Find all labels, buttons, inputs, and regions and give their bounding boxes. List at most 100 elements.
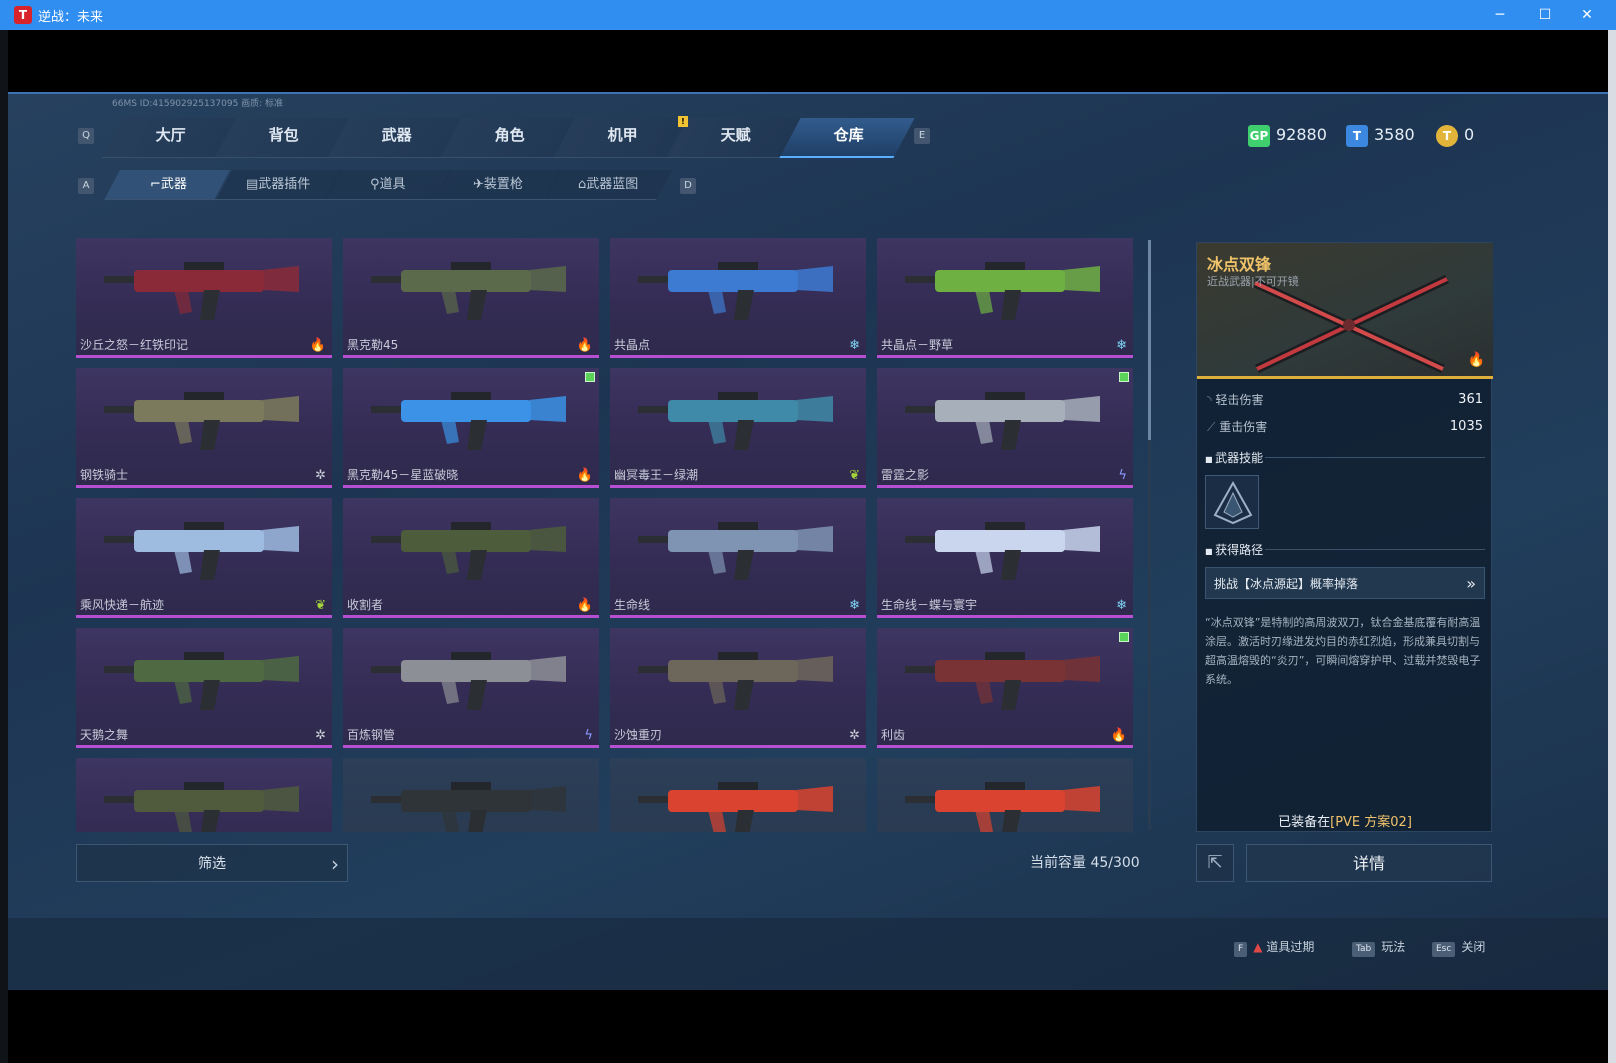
section-title: 获得路径 — [1215, 543, 1264, 557]
rarity-bar — [343, 355, 599, 358]
weapon-card[interactable]: 乘风快递－航迹 ❦ — [76, 498, 332, 618]
tab-label: 机甲 — [607, 126, 638, 144]
subtab-4[interactable]: ⌂ 武器蓝图 — [544, 170, 672, 200]
weapon-image — [371, 782, 566, 832]
subtab-3[interactable]: ✈ 装置枪 — [434, 170, 562, 200]
weapon-card[interactable] — [76, 758, 332, 832]
weapon-card[interactable]: 黑克勒45 🔥 — [343, 238, 599, 358]
connection-status: 66MS ID:415902925137095 画质: 标准 — [112, 99, 284, 109]
gear-rarity-icon: ✲ — [315, 468, 326, 483]
weapon-grid: 沙丘之怒－红铁印记 🔥 黑克勒45 🔥 共晶点 ❄ 共晶点－野草 ❄ 钢铁骑士 ✲ 黑克勒45－星蓝… — [76, 238, 1138, 832]
weapon-image — [905, 262, 1100, 320]
rarity-bar — [610, 615, 866, 618]
rarity-bar — [877, 745, 1133, 748]
weapon-preview: 冰点双锋 近战武器|不可开镜 🔥 — [1197, 243, 1493, 379]
double-chevron-icon: » — [1466, 574, 1476, 593]
hint-gameplay[interactable]: Tab 玩法 — [1352, 938, 1405, 957]
fire-rarity-icon: 🔥 — [309, 338, 326, 353]
rarity-bar — [343, 745, 599, 748]
main-tab-bar: 大厅 背包 武器 角色 机甲 天赋 仓库 — [101, 118, 932, 158]
coin-icon: T — [1436, 124, 1458, 147]
top-accent-line — [8, 92, 1608, 94]
weapon-card[interactable]: 百炼钢管 ϟ — [343, 628, 599, 748]
rarity-bar — [610, 485, 866, 488]
leaf-rarity-icon: ❦ — [315, 598, 326, 613]
share-button[interactable]: ⇱ — [1196, 844, 1234, 882]
weapon-card[interactable]: 幽冥毒王－绿潮 ❦ — [610, 368, 866, 488]
rarity-bar — [76, 485, 332, 488]
weapon-image — [104, 782, 299, 832]
filter-label: 筛选 — [198, 856, 226, 872]
details-button[interactable]: 详情 — [1246, 844, 1492, 882]
weapon-card[interactable]: 天鹅之舞 ✲ — [76, 628, 332, 748]
weapon-card[interactable] — [877, 758, 1133, 832]
new-tag-badge — [585, 372, 595, 382]
rarity-bar — [877, 485, 1133, 488]
hint-item-expire[interactable]: F ▲ 道具过期 — [1234, 938, 1314, 957]
weapon-card[interactable]: 沙丘之怒－红铁印记 🔥 — [76, 238, 332, 358]
weapon-skill-icon[interactable] — [1205, 475, 1259, 529]
warning-icon: ▲ — [1253, 940, 1263, 954]
window-title: 逆战：未来 — [38, 10, 104, 25]
weapon-name: 共晶点－野草 — [881, 338, 954, 352]
weapon-name: 百炼钢管 — [347, 728, 396, 742]
subtab-2[interactable]: ⚲ 道具 — [324, 170, 452, 200]
weapon-image — [905, 392, 1100, 450]
subtab-label: 武器蓝图 — [586, 177, 639, 192]
weapon-card[interactable]: 共晶点－野草 ❄ — [877, 238, 1133, 358]
snow-rarity-icon: ❄ — [1116, 338, 1127, 353]
app-icon: T — [14, 6, 32, 24]
weapon-card[interactable]: 利齿 🔥 — [877, 628, 1133, 748]
weapon-card[interactable]: 钢铁骑士 ✲ — [76, 368, 332, 488]
weapon-image — [371, 262, 566, 320]
weapon-name: 钢铁骑士 — [80, 468, 129, 482]
grid-scroll-thumb[interactable] — [1148, 240, 1151, 440]
weapon-card[interactable] — [343, 758, 599, 832]
hint-close[interactable]: Esc 关闭 — [1432, 938, 1485, 957]
stat-label: 轻击伤害 — [1215, 393, 1264, 407]
acquire-route-button[interactable]: 挑战【冰点源起】概率掉落 » — [1205, 567, 1485, 599]
maximize-button[interactable]: ☐ — [1530, 4, 1560, 26]
weapon-name: 利齿 — [881, 728, 906, 742]
subtab-label: 武器 — [160, 177, 187, 192]
weapon-card[interactable]: 雷霆之影 ϟ — [877, 368, 1133, 488]
weapon-card[interactable]: 黑克勒45－星蓝破晓 🔥 — [343, 368, 599, 488]
minimize-button[interactable]: ─ — [1485, 4, 1515, 26]
rarity-bar — [343, 485, 599, 488]
weapon-image — [371, 522, 566, 580]
subtab-icon: ⌂ — [577, 177, 587, 192]
weapon-card[interactable] — [610, 758, 866, 832]
weapon-card[interactable]: 沙蚀重刃 ✲ — [610, 628, 866, 748]
stat-label: 重击伤害 — [1219, 420, 1268, 434]
weapon-name: 黑克勒45－星蓝破晓 — [347, 468, 459, 482]
ticket-value: 3580 — [1374, 125, 1415, 144]
weapon-image — [638, 262, 833, 320]
weapon-card[interactable]: 生命线－蝶与寰宇 ❄ — [877, 498, 1133, 618]
capacity-text: 当前容量 45/300 — [1030, 855, 1140, 871]
rarity-bar — [76, 745, 332, 748]
new-tag-badge — [1119, 372, 1129, 382]
tab-6[interactable]: 仓库 — [779, 118, 915, 158]
new-tag-badge — [1119, 632, 1129, 642]
subtab-1[interactable]: ▤ 武器插件 — [214, 170, 342, 200]
weapon-card[interactable]: 生命线 ❄ — [610, 498, 866, 618]
equipped-status: 已装备在[PVE 方案02] — [1197, 811, 1493, 830]
weapon-card[interactable]: 共晶点 ❄ — [610, 238, 866, 358]
weapon-image — [905, 522, 1100, 580]
rarity-bar — [610, 745, 866, 748]
subtab-0[interactable]: ⌐ 武器 — [104, 170, 232, 200]
window-titlebar: T 逆战：未来 ─ ☐ ✕ — [0, 0, 1616, 30]
tab-label: 大厅 — [155, 126, 186, 144]
weapon-card[interactable]: 收割者 🔥 — [343, 498, 599, 618]
gp-value: 92880 — [1276, 125, 1327, 144]
filter-button[interactable]: 筛选 › — [76, 844, 348, 882]
weapon-name: 天鹅之舞 — [80, 728, 129, 742]
weapon-title: 冰点双锋 — [1207, 255, 1272, 274]
close-window-button[interactable]: ✕ — [1572, 4, 1602, 26]
bolt-rarity-icon: ϟ — [1118, 468, 1127, 483]
weapon-name: 雷霆之影 — [881, 468, 930, 482]
fire-rarity-icon: 🔥 — [576, 338, 593, 353]
weapon-name: 生命线－蝶与寰宇 — [881, 598, 978, 612]
key-hint-q: Q — [78, 128, 94, 144]
key-hint-d: D — [680, 178, 696, 194]
